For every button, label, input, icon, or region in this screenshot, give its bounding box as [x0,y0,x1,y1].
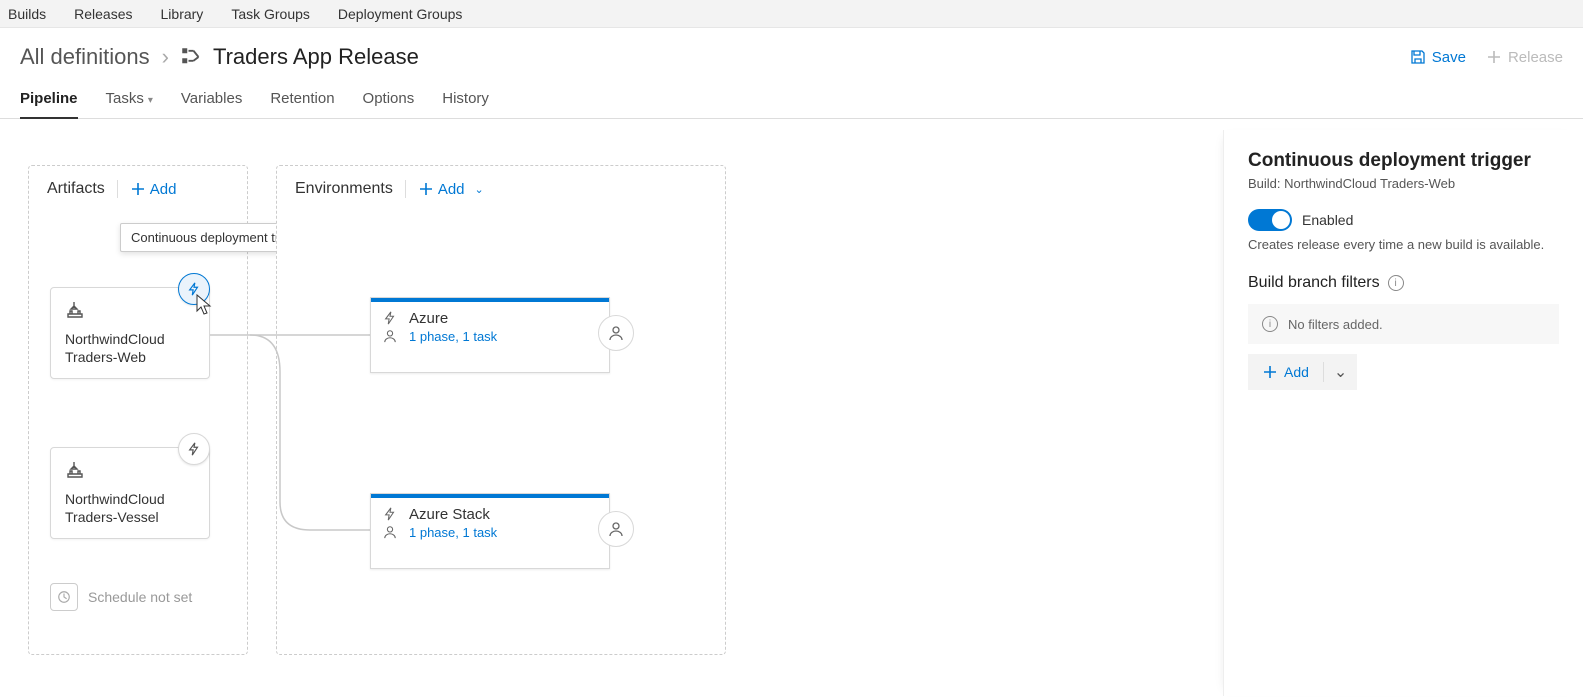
save-icon [1410,49,1426,65]
filters-heading-text: Build branch filters [1248,274,1380,292]
top-nav: Builds Releases Library Task Groups Depl… [0,0,1583,28]
info-icon[interactable]: i [1388,275,1404,291]
lightning-icon [383,507,397,521]
save-label: Save [1432,49,1466,66]
tab-variables[interactable]: Variables [181,82,242,118]
info-icon: i [1262,316,1278,332]
nav-library[interactable]: Library [161,6,204,22]
build-icon [65,467,85,484]
env-phase-link[interactable]: 1 phase, 1 task [409,525,497,540]
build-icon [65,307,85,324]
tab-options[interactable]: Options [363,82,415,118]
person-icon [608,521,624,537]
toggle-description: Creates release every time a new build i… [1248,237,1559,252]
environments-header: Environments Add ⌄ [277,166,725,212]
add-filter-dropdown[interactable]: ⌄ [1324,354,1357,390]
env-icons [383,507,397,539]
environment-card-azurestack[interactable]: Azure Stack 1 phase, 1 task [370,493,610,569]
nav-builds[interactable]: Builds [8,6,46,22]
add-artifact-label: Add [150,181,177,198]
chevron-down-icon: ▾ [148,95,153,106]
page-title: Traders App Release [213,44,419,70]
add-env-label: Add [438,181,465,198]
tab-retention[interactable]: Retention [270,82,334,118]
tab-pipeline[interactable]: Pipeline [20,82,78,119]
clock-icon [50,583,78,611]
chevron-down-icon: ⌄ [475,183,484,196]
filters-empty-state: i No filters added. [1248,304,1559,344]
add-filter-label: Add [1284,364,1309,380]
env-phase-link[interactable]: 1 phase, 1 task [409,329,497,344]
tab-tasks-label: Tasks [106,90,144,107]
plus-icon [418,181,434,197]
plus-icon [130,181,146,197]
env-icons [383,311,397,343]
plus-icon [1262,364,1278,380]
add-environment-button[interactable]: Add ⌄ [418,181,484,198]
enable-toggle[interactable] [1248,209,1292,231]
artifact-name: NorthwindCloud Traders-Web [65,331,195,366]
artifacts-header: Artifacts Add [29,166,247,212]
environment-card-azure[interactable]: Azure 1 phase, 1 task [370,297,610,373]
artifact-name: NorthwindCloud Traders-Vessel [65,491,195,526]
person-icon [383,329,397,343]
artifacts-title: Artifacts [47,180,105,198]
filters-empty-text: No filters added. [1288,317,1383,332]
release-icon [181,47,201,67]
tab-history[interactable]: History [442,82,489,118]
nav-deployment-groups[interactable]: Deployment Groups [338,6,463,22]
schedule-text: Schedule not set [88,589,192,605]
lightning-icon [187,282,201,296]
env-name: Azure [409,310,497,327]
cd-trigger-button-web[interactable] [178,273,210,305]
env-approver-button-azurestack[interactable] [598,511,634,547]
lightning-icon [383,311,397,325]
separator [117,180,118,198]
header-actions: Save Release [1410,49,1563,66]
environments-title: Environments [295,180,393,198]
release-label: Release [1508,49,1563,66]
release-button: Release [1486,49,1563,66]
separator [405,180,406,198]
person-icon [608,325,624,341]
tab-tasks[interactable]: Tasks ▾ [106,82,153,118]
env-approver-button-azure[interactable] [598,315,634,351]
breadcrumb-sep: › [162,44,169,70]
plus-icon [1486,49,1502,65]
breadcrumb-row: All definitions › Traders App Release Sa… [0,28,1583,82]
cd-trigger-button-vessel[interactable] [178,433,210,465]
nav-releases[interactable]: Releases [74,6,132,22]
filters-heading: Build branch filters i [1248,274,1559,292]
breadcrumb-root[interactable]: All definitions [20,44,150,70]
side-subtitle: Build: NorthwindCloud Traders-Web [1248,176,1559,191]
nav-task-groups[interactable]: Task Groups [231,6,310,22]
side-title: Continuous deployment trigger [1248,150,1559,172]
lightning-icon [187,442,201,456]
save-button[interactable]: Save [1410,49,1466,66]
tabs: Pipeline Tasks ▾ Variables Retention Opti… [0,82,1583,119]
add-filter-button[interactable]: Add ⌄ [1248,354,1357,390]
schedule-indicator[interactable]: Schedule not set [50,583,192,611]
breadcrumb: All definitions › Traders App Release [20,44,419,70]
person-icon [383,525,397,539]
toggle-label: Enabled [1302,212,1353,228]
add-artifact-button[interactable]: Add [130,181,177,198]
cd-trigger-side-panel: Continuous deployment trigger Build: Nor… [1223,130,1583,696]
environments-panel: Environments Add ⌄ [276,165,726,655]
env-name: Azure Stack [409,506,497,523]
